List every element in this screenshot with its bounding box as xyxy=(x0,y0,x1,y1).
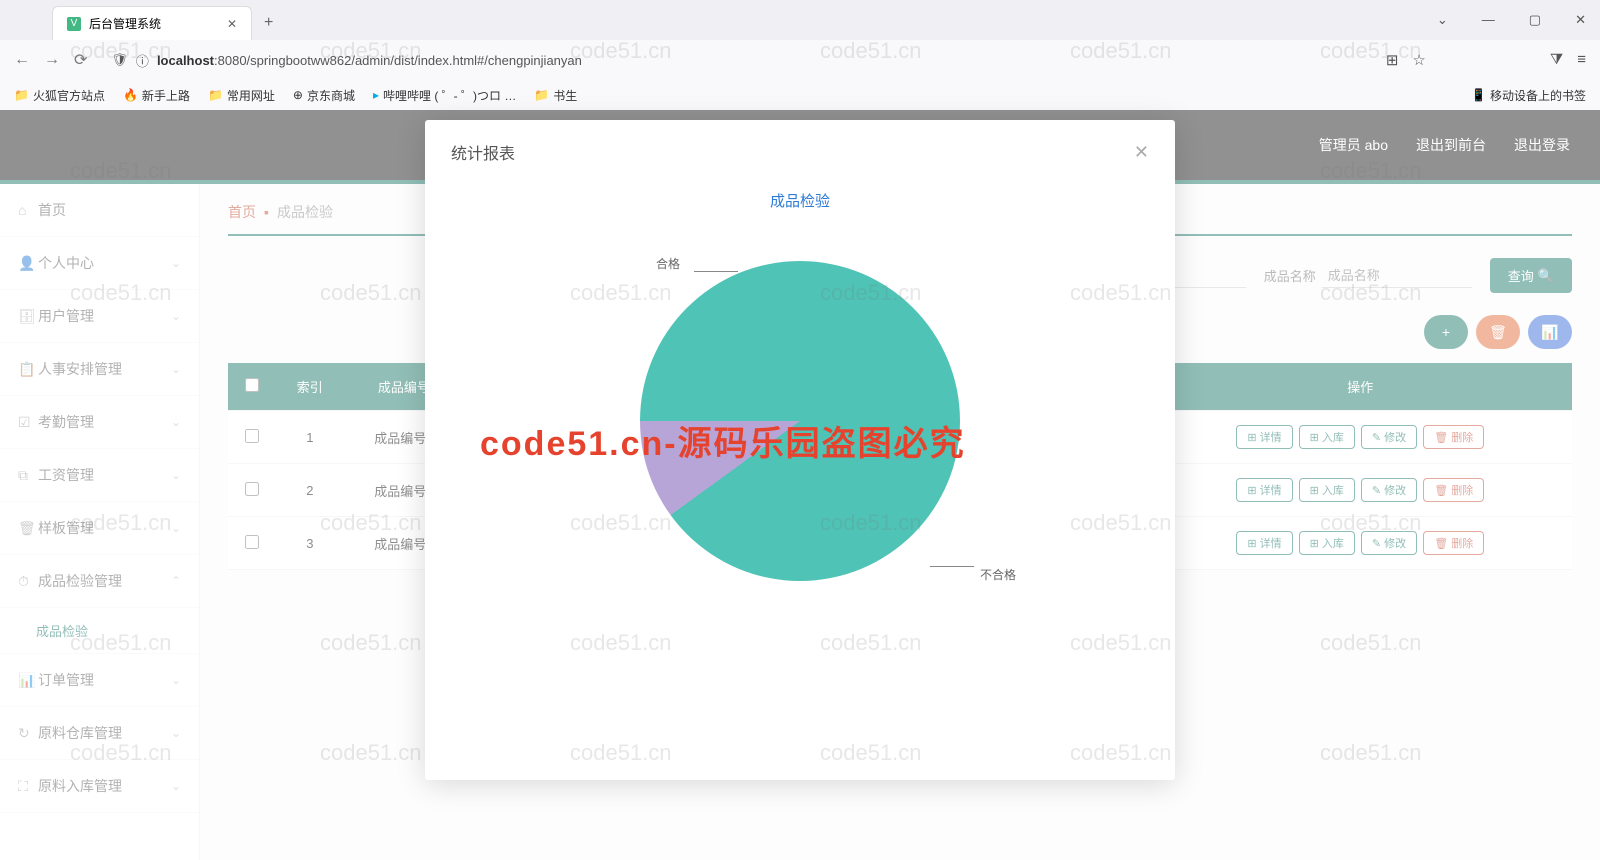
browser-tab[interactable]: V 后台管理系统 ✕ xyxy=(52,6,252,40)
bookmark-item[interactable]: 🔥新手上路 xyxy=(123,87,190,104)
new-tab-button[interactable]: + xyxy=(252,6,285,40)
legend-fail: 不合格 xyxy=(980,566,1016,583)
browser-chrome: ⌄ — ▢ ✕ V 后台管理系统 ✕ + ← → ⟳ 🛡 ⓘ localhost… xyxy=(0,0,1600,110)
url-bar: ← → ⟳ 🛡 ⓘ localhost:8080/springbootww862… xyxy=(0,40,1600,80)
modal-title: 统计报表 xyxy=(451,140,515,164)
chevron-down-icon[interactable]: ⌄ xyxy=(1437,12,1448,28)
lock-icon: ⓘ xyxy=(136,51,149,70)
close-window-icon[interactable]: ✕ xyxy=(1575,12,1586,28)
window-controls: ⌄ — ▢ ✕ xyxy=(1437,12,1586,28)
bookmark-item[interactable]: ▸哔哩哔哩 ( ゜- ゜)つロ … xyxy=(373,87,516,104)
bookmark-item[interactable]: 常用网址 xyxy=(208,87,275,104)
address-bar[interactable]: 🛡 ⓘ localhost:8080/springbootww862/admin… xyxy=(101,46,1371,75)
bookmark-bar: 火狐官方站点 🔥新手上路 常用网址 ⊕京东商城 ▸哔哩哔哩 ( ゜- ゜)つロ … xyxy=(0,80,1600,110)
bookmark-item[interactable]: 火狐官方站点 xyxy=(14,87,105,104)
qr-icon[interactable]: ⊞ xyxy=(1386,51,1399,69)
reload-icon[interactable]: ⟳ xyxy=(74,50,87,70)
legend-pass: 合格 xyxy=(656,255,680,272)
forward-icon[interactable]: → xyxy=(44,51,60,69)
close-tab-icon[interactable]: ✕ xyxy=(227,17,237,31)
back-icon[interactable]: ← xyxy=(14,51,30,69)
maximize-icon[interactable]: ▢ xyxy=(1529,12,1541,28)
close-icon[interactable]: ✕ xyxy=(1134,142,1149,163)
shield-icon: 🛡 xyxy=(111,52,128,68)
vue-icon: V xyxy=(67,17,81,31)
stats-modal: 统计报表 ✕ 成品检验 合格 不合格 xyxy=(425,120,1175,780)
bookmark-item[interactable]: 书生 xyxy=(534,87,577,104)
tab-title: 后台管理系统 xyxy=(89,15,161,32)
tab-bar: V 后台管理系统 ✕ + xyxy=(0,0,1600,40)
bookmark-item[interactable]: ⊕京东商城 xyxy=(293,87,355,104)
star-icon[interactable]: ☆ xyxy=(1412,51,1425,69)
pie-chart: 合格 不合格 xyxy=(640,261,960,581)
menu-icon[interactable]: ≡ xyxy=(1577,51,1586,69)
extension-icon[interactable]: ⧩ xyxy=(1550,51,1563,69)
minimize-icon[interactable]: — xyxy=(1482,12,1495,28)
chart-title: 成品检验 xyxy=(451,190,1149,211)
modal-overlay: 统计报表 ✕ 成品检验 合格 不合格 xyxy=(0,110,1600,860)
mobile-bookmarks[interactable]: 📱移动设备上的书签 xyxy=(1471,87,1586,104)
